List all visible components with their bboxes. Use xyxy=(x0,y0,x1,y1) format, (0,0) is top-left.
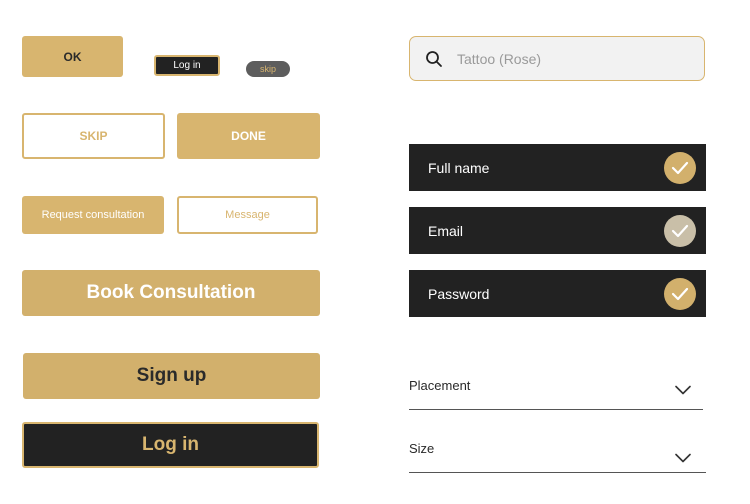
email-label: Email xyxy=(428,222,464,239)
book-consultation-button[interactable]: Book Consultation xyxy=(22,270,320,316)
size-label: Size xyxy=(409,441,435,456)
skip-pill-button[interactable]: skip xyxy=(246,61,290,77)
placement-select[interactable]: Placement xyxy=(409,370,703,410)
login-small-button[interactable]: Log in xyxy=(154,55,220,76)
check-icon xyxy=(664,214,696,247)
search-input[interactable] xyxy=(457,50,677,67)
search-icon xyxy=(426,50,442,67)
password-label: Password xyxy=(428,285,490,302)
password-field[interactable]: Password xyxy=(409,270,706,317)
chevron-down-icon xyxy=(675,385,691,394)
check-icon xyxy=(664,277,696,310)
check-icon xyxy=(664,151,696,184)
email-field[interactable]: Email xyxy=(409,207,706,254)
placement-label: Placement xyxy=(409,378,471,393)
request-consultation-button[interactable]: Request consultation xyxy=(22,196,164,234)
size-select[interactable]: Size xyxy=(409,433,706,473)
login-large-button[interactable]: Log in xyxy=(22,422,319,468)
ok-button[interactable]: OK xyxy=(22,36,123,77)
sign-up-button[interactable]: Sign up xyxy=(23,353,320,399)
full-name-label: Full name xyxy=(428,159,490,176)
search-box[interactable] xyxy=(409,36,705,81)
done-button[interactable]: DONE xyxy=(177,113,320,159)
full-name-field[interactable]: Full name xyxy=(409,144,706,191)
chevron-down-icon xyxy=(675,453,691,462)
skip-button[interactable]: SKIP xyxy=(22,113,165,159)
message-button[interactable]: Message xyxy=(177,196,318,234)
